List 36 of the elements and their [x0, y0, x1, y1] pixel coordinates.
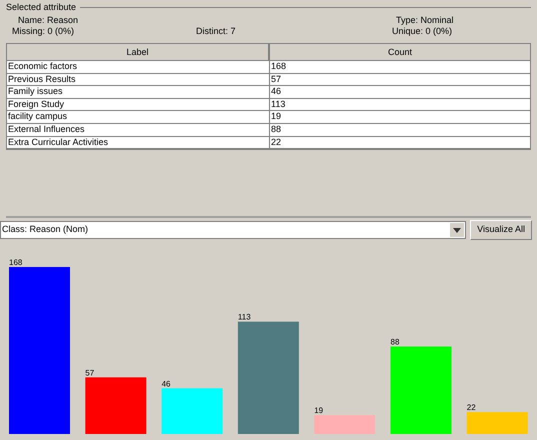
- visualize-all-button[interactable]: Visualize All: [470, 220, 532, 240]
- table-cell-text: 113: [270, 98, 286, 110]
- table-cell: Economic factors: [7, 61, 270, 73]
- bar: [162, 388, 223, 434]
- column-header[interactable]: Count: [270, 44, 530, 61]
- dropdown-value: Class: Reason (Nom): [1, 223, 90, 236]
- table-cell-text: 57: [270, 74, 282, 86]
- bar-value-label: 22: [466, 403, 476, 412]
- bar: [314, 415, 376, 434]
- group-title: Selected attribute: [6, 1, 80, 13]
- table-cell: External Influences: [7, 124, 270, 136]
- bar-value-label: 46: [162, 379, 170, 388]
- bar-value-label: 88: [390, 338, 400, 347]
- table-cell-text: 168: [270, 61, 288, 73]
- bar-value-label: 57: [85, 368, 94, 378]
- column-header[interactable]: Label: [7, 44, 270, 61]
- table-cell: Extra Curricular Activities: [7, 136, 270, 148]
- bar: [466, 412, 528, 434]
- missing-count: Missing: 0 (0%): [11, 26, 76, 37]
- attribute-type: Type: Nominal: [395, 15, 455, 26]
- distinct-count: Distinct: 7: [196, 26, 237, 37]
- table-cell-text: 46: [270, 86, 282, 98]
- table-cell-text: 22: [270, 136, 282, 148]
- table-cell-text: 88: [270, 124, 282, 136]
- table-cell: Foreign Study: [7, 98, 270, 110]
- table-cell: facility campus: [7, 111, 270, 123]
- table-cell: Previous Results: [7, 74, 270, 86]
- table-cell-text: 19: [270, 111, 282, 123]
- bar-value-label: 113: [238, 312, 251, 322]
- attribute-name: Name: Reason: [17, 15, 80, 26]
- table-cell: Family issues: [7, 86, 270, 98]
- class-dropdown[interactable]: Class: Reason (Nom): [0, 221, 466, 239]
- unique-count: Unique: 0 (0%): [391, 26, 454, 37]
- bar-value-label: 168: [9, 258, 22, 267]
- bar: [85, 377, 146, 434]
- bar-value-label: 19: [314, 406, 324, 416]
